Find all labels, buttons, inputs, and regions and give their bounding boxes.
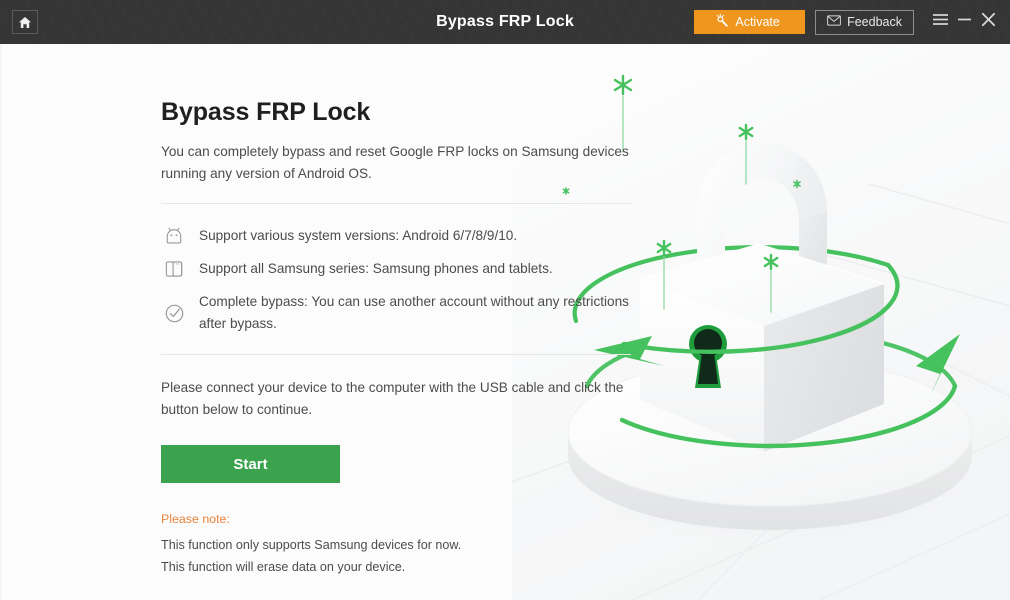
app-window: Bypass FRP Lock Activate	[0, 0, 1010, 600]
feature-text: Complete bypass: You can use another acc…	[199, 291, 631, 335]
note-line: This function will erase data on your de…	[161, 557, 633, 579]
feature-item-complete-bypass: Complete bypass: You can use another acc…	[161, 291, 631, 335]
titlebar-actions: Activate Feedback	[694, 0, 1002, 44]
android-robot-icon	[161, 225, 187, 246]
activate-button[interactable]: Activate	[694, 10, 805, 34]
home-icon	[18, 16, 32, 29]
notes-section: Please note: This function only supports…	[161, 512, 633, 578]
close-icon	[981, 12, 996, 32]
page-body: Bypass FRP Lock You can completely bypas…	[0, 44, 1010, 600]
page-description: You can completely bypass and reset Goog…	[161, 141, 631, 185]
feature-item-samsung-series: Support all Samsung series: Samsung phon…	[161, 258, 631, 280]
home-button[interactable]	[12, 10, 38, 34]
page-title: Bypass FRP Lock	[161, 98, 633, 127]
feature-item-android-versions: Support various system versions: Android…	[161, 225, 631, 247]
menu-button[interactable]	[928, 7, 952, 37]
start-button-label: Start	[233, 456, 267, 473]
hamburger-menu-icon	[932, 13, 949, 31]
note-line: This function only supports Samsung devi…	[161, 535, 633, 557]
connect-instruction: Please connect your device to the comput…	[161, 377, 633, 421]
phone-tablet-icon	[161, 258, 187, 279]
magic-wand-sparkle-icon	[715, 13, 730, 31]
feature-list: Support various system versions: Android…	[161, 204, 631, 354]
start-button[interactable]: Start	[161, 445, 340, 483]
feedback-button[interactable]: Feedback	[815, 10, 914, 35]
feature-text: Support all Samsung series: Samsung phon…	[199, 258, 553, 280]
activate-label: Activate	[735, 15, 779, 29]
check-circle-icon	[161, 291, 187, 324]
feedback-label: Feedback	[847, 15, 902, 29]
feature-text: Support various system versions: Android…	[199, 225, 517, 247]
minimize-button[interactable]	[952, 7, 976, 37]
minimize-icon	[957, 13, 972, 31]
close-button[interactable]	[976, 7, 1000, 37]
note-heading: Please note:	[161, 512, 633, 526]
divider-bottom	[161, 354, 631, 355]
title-bar: Bypass FRP Lock Activate	[0, 0, 1010, 44]
main-content: Bypass FRP Lock You can completely bypas…	[161, 98, 633, 578]
envelope-icon	[827, 15, 841, 29]
